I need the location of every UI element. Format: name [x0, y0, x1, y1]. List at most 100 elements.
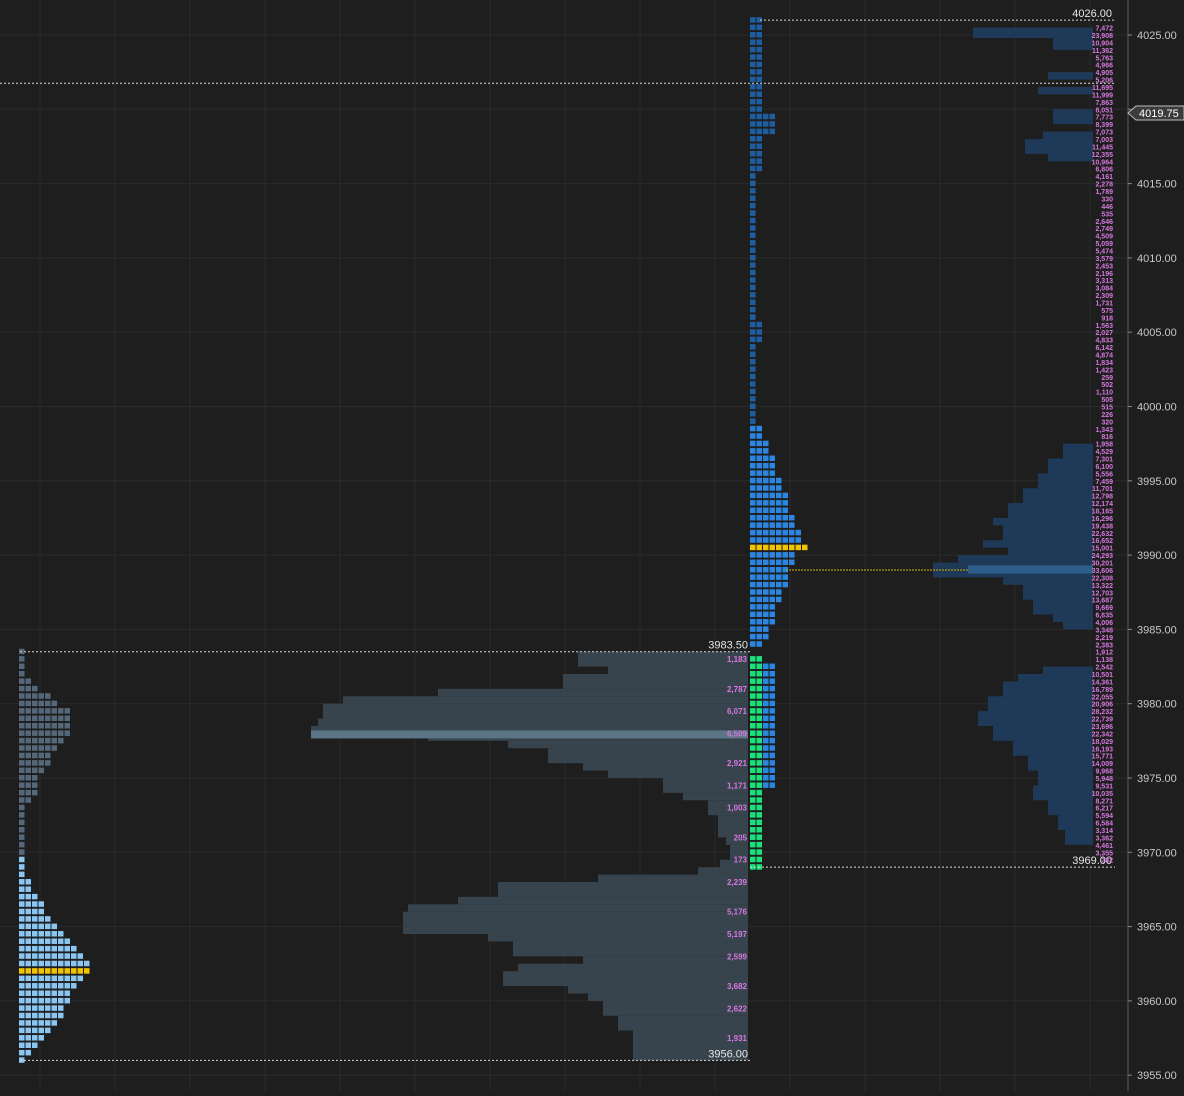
right-volume-label: 13,687: [1092, 598, 1114, 605]
right-tpo-block: [769, 604, 775, 610]
right-tpo-block: [750, 574, 756, 580]
right-tpo-block: [750, 522, 756, 528]
left-tpo-block: [19, 745, 25, 751]
right-volume-label: 7,472: [1095, 26, 1113, 33]
right-tpo-block: [750, 247, 756, 253]
right-tpo-block: [756, 552, 762, 558]
right-tpo-block: [750, 143, 756, 149]
left-tpo-block: [25, 737, 31, 744]
right-tpo-block: [750, 284, 756, 291]
right-tpo-block: [756, 448, 762, 454]
right-tpo-green: [750, 737, 756, 744]
right-tpo-block: [750, 46, 756, 53]
left-tpo-block: [19, 990, 25, 996]
right-volume-label: 6,142: [1095, 345, 1113, 352]
right-tpo-block: [756, 514, 762, 521]
left-tpo-block: [51, 730, 57, 736]
right-tpo-block: [769, 715, 775, 722]
right-tpo-block: [769, 507, 775, 514]
left-volume-bar: [323, 703, 748, 719]
right-tpo-green: [756, 789, 762, 796]
right-tpo-block: [756, 440, 762, 447]
right-tpo-poc: [802, 544, 808, 551]
right-volume-label: 2,542: [1095, 665, 1113, 672]
left-tpo-block: [19, 931, 25, 937]
left-tpo-block: [25, 715, 31, 722]
right-tpo-block: [750, 232, 756, 239]
left-tpo-block: [58, 730, 64, 736]
right-tpo-block: [763, 492, 769, 499]
right-tpo-block: [750, 195, 756, 201]
right-tpo-green: [750, 752, 756, 759]
right-tpo-block: [756, 566, 762, 573]
left-volume-bar: [548, 748, 748, 764]
right-volume-label: 332: [1101, 858, 1113, 865]
left-tpo-block: [77, 975, 83, 982]
left-tpo-block: [38, 1035, 44, 1041]
right-volume-label: 9,968: [1095, 769, 1113, 776]
right-tpo-block: [756, 158, 762, 164]
left-tpo-block: [19, 737, 25, 744]
left-tpo-block: [32, 945, 38, 952]
right-volume-label: 30,201: [1092, 561, 1114, 568]
left-tpo-block: [25, 685, 31, 692]
right-tpo-block: [763, 715, 769, 722]
right-tpo-poc: [789, 544, 795, 551]
right-tpo-green: [750, 656, 756, 662]
right-tpo-block: [763, 559, 769, 566]
right-tpo-block: [750, 388, 756, 395]
right-volume-label: 7,301: [1095, 457, 1113, 464]
axis-tick-label: 3990.00: [1137, 550, 1177, 562]
right-tpo-green: [756, 722, 762, 729]
right-tpo-green: [756, 663, 762, 670]
right-volume-label: 9,531: [1095, 783, 1113, 790]
right-volume-labels: 7,47223,90810,90411,3625,7634,9664,9055,…: [1092, 26, 1114, 865]
right-tpo-block: [769, 581, 775, 588]
left-tpo-block: [38, 737, 44, 744]
left-tpo-block: [45, 960, 51, 967]
left-volume-label: 1,931: [727, 1034, 748, 1043]
left-volume-bar: [513, 941, 748, 957]
right-tpo-block: [750, 76, 756, 83]
left-tpo-block: [25, 916, 31, 922]
left-tpo-block: [32, 938, 38, 944]
right-volume-label: 4,006: [1095, 620, 1113, 627]
right-tpo-green: [750, 841, 756, 848]
right-tpo-block: [750, 269, 756, 276]
right-tpo-block: [750, 529, 756, 536]
left-tpo-block: [19, 1049, 25, 1056]
right-tpo-block: [750, 329, 756, 335]
right-tpo-block: [763, 514, 769, 521]
left-tpo-block: [32, 1042, 38, 1048]
left-tpo-block: [38, 908, 44, 915]
left-tpo-block: [19, 1035, 25, 1041]
right-tpo-block: [756, 633, 762, 640]
right-volume-label: 6,584: [1095, 821, 1113, 828]
left-volume-label: 1,003: [727, 804, 748, 813]
right-volume-label: 1,343: [1095, 427, 1113, 434]
market-profile-chart: 4026.00 3983.50 3969.00 3956.00 1,183 2,787 6…: [0, 0, 1184, 1091]
right-tpo-block: [750, 433, 756, 439]
right-tpo-block: [750, 641, 756, 647]
right-volume-label: 11,695: [1092, 85, 1113, 92]
right-tpo-green: [750, 856, 756, 863]
left-tpo-block: [64, 997, 70, 1004]
right-tpo-block: [750, 336, 756, 343]
left-tpo-block: [58, 975, 64, 982]
right-tpo-block: [756, 507, 762, 514]
left-tpo-block: [32, 923, 38, 930]
left-tpo-block: [38, 745, 44, 751]
left-tpo-block: [19, 893, 25, 900]
price-axis[interactable]: 4025.004020.004015.004010.004005.004000.…: [1127, 0, 1184, 1091]
left-tpo-block: [32, 960, 38, 967]
right-tpo-block: [763, 589, 769, 595]
left-tpo-poc: [51, 968, 57, 974]
left-tpo-block: [45, 715, 51, 722]
right-tpo-block: [769, 767, 775, 774]
left-tpo-block: [25, 983, 31, 989]
right-tpo-green: [750, 715, 756, 722]
right-tpo-green: [756, 812, 762, 818]
left-tpo-block: [51, 1020, 57, 1026]
right-tpo-block: [756, 589, 762, 595]
right-tpo-block: [750, 188, 756, 194]
